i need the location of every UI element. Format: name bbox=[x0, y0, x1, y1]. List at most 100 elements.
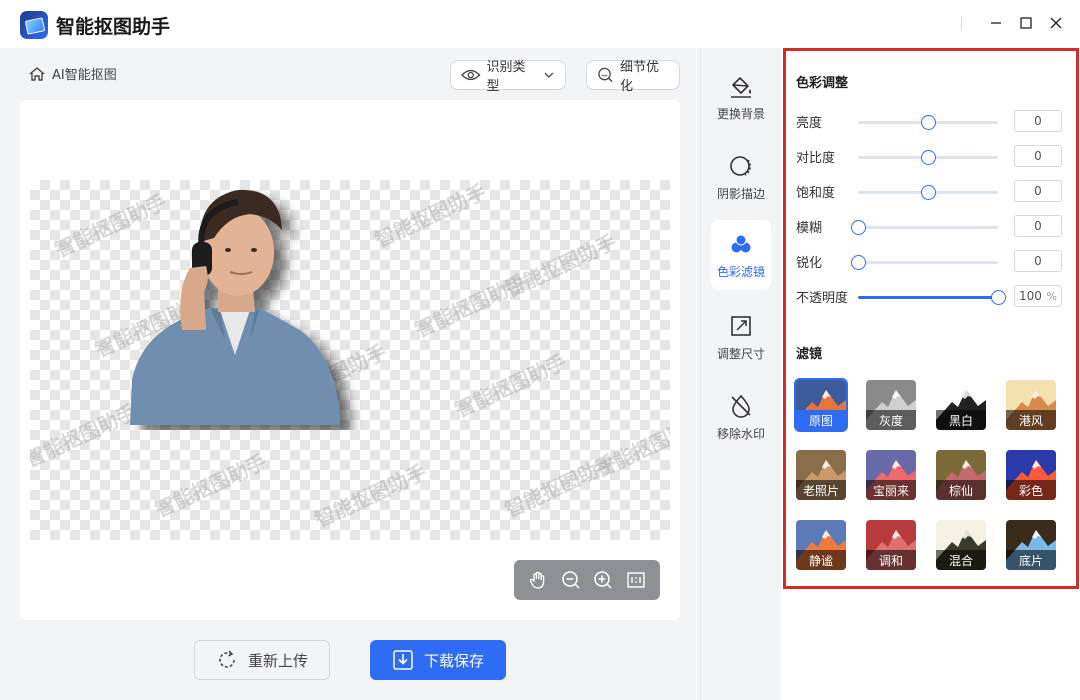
adjust-value-input[interactable]: 0 bbox=[1014, 180, 1062, 202]
filter-5[interactable]: 老照片 bbox=[796, 450, 846, 500]
download-save-label: 下载保存 bbox=[423, 651, 484, 670]
tool-resize[interactable]: 调整尺寸 bbox=[711, 302, 771, 372]
filter-10[interactable]: 调和 bbox=[866, 520, 916, 570]
slider-thumb[interactable] bbox=[921, 150, 936, 165]
adjust-value-input[interactable]: 0 bbox=[1014, 145, 1062, 167]
tool-label: 调整尺寸 bbox=[716, 346, 765, 361]
adjust-label: 不透明度 bbox=[796, 291, 849, 306]
adjust-row: 锐化 0 bbox=[796, 250, 1066, 274]
filter-9[interactable]: 静谧 bbox=[796, 520, 846, 570]
filter-8[interactable]: 彩色 bbox=[1006, 450, 1056, 500]
filter-label: 黑白 bbox=[936, 410, 986, 430]
adjust-slider[interactable] bbox=[851, 220, 998, 235]
watermark-text: 智能抠图助手 bbox=[371, 180, 491, 253]
watermark-text: 智能抠图助手 bbox=[591, 409, 670, 483]
filter-label: 老照片 bbox=[796, 480, 846, 500]
tool-change-background[interactable]: 更换背景 bbox=[711, 62, 771, 132]
watermark-text: 智能抠图助手 bbox=[411, 269, 531, 343]
filter-label: 原图 bbox=[796, 410, 846, 430]
tool-label: 阴影描边 bbox=[716, 186, 765, 201]
color-adjust-title: 色彩调整 bbox=[796, 76, 849, 91]
remove-watermark-icon bbox=[731, 394, 751, 418]
filter-3[interactable]: 黑白 bbox=[936, 380, 986, 430]
adjust-value: 0 bbox=[1034, 114, 1042, 128]
adjust-slider[interactable] bbox=[858, 115, 998, 130]
slider-fill bbox=[858, 296, 998, 299]
adjust-slider[interactable] bbox=[851, 255, 998, 270]
adjust-label: 对比度 bbox=[796, 151, 836, 166]
filter-2[interactable]: 灰度 bbox=[866, 380, 916, 430]
reupload-button[interactable]: 重新上传 bbox=[194, 640, 330, 680]
download-save-button[interactable]: 下载保存 bbox=[370, 640, 506, 680]
adjust-value-input[interactable]: 100% bbox=[1014, 285, 1062, 307]
adjust-label: 锐化 bbox=[796, 256, 823, 271]
tool-remove-watermark[interactable]: 移除水印 bbox=[711, 382, 771, 452]
watermark-text: 智能抠图助手 bbox=[311, 459, 431, 533]
adjust-unit: % bbox=[1046, 289, 1057, 303]
color-filter-icon bbox=[731, 234, 751, 252]
adjust-value-input[interactable]: 0 bbox=[1014, 215, 1062, 237]
adjust-slider[interactable] bbox=[858, 185, 998, 200]
chevron-down-icon bbox=[544, 72, 554, 78]
tool-label: 色彩滤镜 bbox=[716, 264, 765, 279]
adjust-value: 0 bbox=[1034, 219, 1042, 233]
maximize-icon bbox=[1020, 17, 1032, 29]
zoom-in-button[interactable] bbox=[592, 569, 614, 591]
home-icon bbox=[29, 66, 45, 81]
filter-label: 棕仙 bbox=[936, 480, 986, 500]
adjust-value-input[interactable]: 0 bbox=[1014, 110, 1062, 132]
watermark-text: 智能抠图助手 bbox=[151, 449, 271, 523]
filter-11[interactable]: 混合 bbox=[936, 520, 986, 570]
adjust-slider[interactable] bbox=[858, 150, 998, 165]
filter-label: 调和 bbox=[866, 550, 916, 570]
download-icon bbox=[393, 650, 413, 670]
paint-bucket-icon bbox=[731, 76, 751, 98]
actual-size-icon bbox=[627, 572, 645, 588]
slider-thumb[interactable] bbox=[921, 115, 936, 130]
watermark-text: 智能抠图助手 bbox=[451, 349, 571, 423]
adjust-slider[interactable] bbox=[858, 290, 1006, 305]
adjust-label: 饱和度 bbox=[796, 186, 836, 201]
filter-1[interactable]: 原图 bbox=[794, 378, 848, 432]
zoom-out-icon bbox=[562, 571, 580, 589]
slider-thumb[interactable] bbox=[851, 220, 866, 235]
filter-label: 宝丽来 bbox=[866, 480, 916, 500]
slider-thumb[interactable] bbox=[921, 185, 936, 200]
refresh-icon bbox=[219, 650, 235, 668]
tool-label: 移除水印 bbox=[716, 426, 765, 441]
eye-icon bbox=[461, 69, 481, 81]
zoom-out-button[interactable] bbox=[560, 569, 582, 591]
resize-icon bbox=[731, 315, 751, 336]
reupload-label: 重新上传 bbox=[247, 651, 308, 670]
detail-optimize-label: 细节优化 bbox=[619, 60, 659, 94]
filter-7[interactable]: 棕仙 bbox=[936, 450, 986, 500]
adjust-value-input[interactable]: 0 bbox=[1014, 250, 1062, 272]
tool-color-filter[interactable]: 色彩滤镜 bbox=[711, 220, 771, 290]
filter-label: 灰度 bbox=[866, 410, 916, 430]
hand-pan-button[interactable] bbox=[527, 569, 549, 591]
minimize-icon bbox=[991, 22, 1001, 24]
hand-icon bbox=[530, 571, 545, 589]
maximize-button[interactable] bbox=[1017, 14, 1035, 32]
adjust-label: 模糊 bbox=[796, 221, 823, 236]
tool-sidebar: 更换背景 阴影描边 色彩滤镜 调整尺寸 移除水印 bbox=[700, 48, 780, 700]
breadcrumb[interactable]: AI智能抠图 bbox=[28, 64, 117, 83]
filter-4[interactable]: 港风 bbox=[1006, 380, 1056, 430]
recognize-type-dropdown[interactable]: 识别类型 bbox=[450, 60, 566, 94]
app-title: 智能抠图助手 bbox=[56, 16, 171, 38]
slider-thumb[interactable] bbox=[851, 255, 866, 270]
zoom-in-icon bbox=[594, 571, 612, 589]
window-separator bbox=[961, 16, 962, 30]
filter-6[interactable]: 宝丽来 bbox=[866, 450, 916, 500]
filter-label: 静谧 bbox=[796, 550, 846, 570]
filter-12[interactable]: 底片 bbox=[1006, 520, 1056, 570]
zoom-toolbar bbox=[514, 560, 660, 600]
actual-size-button[interactable] bbox=[625, 569, 647, 591]
slider-thumb[interactable] bbox=[991, 290, 1006, 305]
close-button[interactable] bbox=[1047, 14, 1065, 32]
adjust-row: 对比度 0 bbox=[796, 145, 1066, 169]
minimize-button[interactable] bbox=[987, 14, 1005, 32]
tool-shadow-outline[interactable]: 阴影描边 bbox=[711, 142, 771, 212]
breadcrumb-label: AI智能抠图 bbox=[52, 68, 117, 83]
detail-optimize-button[interactable]: 细节优化 bbox=[586, 60, 680, 94]
